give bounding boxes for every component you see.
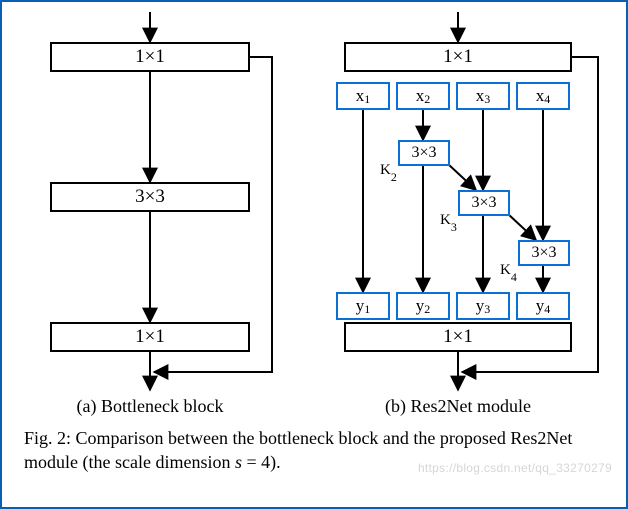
conv-label: 3×3 bbox=[531, 244, 556, 262]
label-k4: K4 bbox=[500, 262, 517, 282]
concat-y2: y2 bbox=[396, 292, 450, 320]
idx: 4 bbox=[544, 92, 550, 107]
watermark: https://blog.csdn.net/qq_33270279 bbox=[418, 461, 612, 475]
idx: 3 bbox=[484, 92, 490, 107]
conv-1x1-top: 1×1 bbox=[344, 42, 572, 72]
idx: 1 bbox=[364, 302, 370, 317]
conv-3x3-k4: 3×3 bbox=[518, 240, 570, 266]
concat-y4: y4 bbox=[516, 292, 570, 320]
conv-label: 3×3 bbox=[135, 186, 165, 208]
idx: 2 bbox=[424, 302, 430, 317]
var-y: y bbox=[476, 296, 485, 316]
label-k3: K3 bbox=[440, 212, 457, 232]
conv-3x3-k3: 3×3 bbox=[458, 190, 510, 216]
var-x: x bbox=[536, 86, 545, 106]
idx: 4 bbox=[544, 302, 550, 317]
conv-label: 1×1 bbox=[135, 46, 165, 68]
figure-frame: 1×1 3×3 1×1 (a) Bottleneck block bbox=[0, 0, 628, 509]
conv-1x1-top: 1×1 bbox=[50, 42, 250, 72]
concat-y3: y3 bbox=[456, 292, 510, 320]
conv-label: 1×1 bbox=[135, 326, 165, 348]
conv-label: 3×3 bbox=[411, 144, 436, 162]
panel-b: 1×1 x1 x2 x3 x4 3×3 K2 3×3 K3 3×3 K4 y1 … bbox=[308, 12, 608, 412]
caption-eq: = 4). bbox=[242, 452, 281, 472]
panel-a-wires bbox=[20, 12, 280, 412]
split-x1: x1 bbox=[336, 82, 390, 110]
idx: 3 bbox=[484, 302, 490, 317]
conv-label: 1×1 bbox=[443, 326, 473, 348]
subcaption-b: (b) Res2Net module bbox=[308, 396, 608, 417]
split-x2: x2 bbox=[396, 82, 450, 110]
idx: 2 bbox=[424, 92, 430, 107]
var-x: x bbox=[476, 86, 485, 106]
diagram-row: 1×1 3×3 1×1 (a) Bottleneck block bbox=[12, 12, 616, 412]
subcaption-a: (a) Bottleneck block bbox=[20, 396, 280, 417]
label-k2: K2 bbox=[380, 162, 397, 182]
split-x3: x3 bbox=[456, 82, 510, 110]
idx: 1 bbox=[364, 92, 370, 107]
conv-label: 3×3 bbox=[471, 194, 496, 212]
conv-3x3: 3×3 bbox=[50, 182, 250, 212]
concat-y1: y1 bbox=[336, 292, 390, 320]
caption-var: s bbox=[235, 452, 242, 472]
split-x4: x4 bbox=[516, 82, 570, 110]
conv-1x1-bottom: 1×1 bbox=[344, 322, 572, 352]
panel-a: 1×1 3×3 1×1 (a) Bottleneck block bbox=[20, 12, 280, 412]
var-y: y bbox=[356, 296, 365, 316]
conv-1x1-bottom: 1×1 bbox=[50, 322, 250, 352]
var-x: x bbox=[416, 86, 425, 106]
var-x: x bbox=[356, 86, 365, 106]
conv-label: 1×1 bbox=[443, 46, 473, 68]
conv-3x3-k2: 3×3 bbox=[398, 140, 450, 166]
var-y: y bbox=[416, 296, 425, 316]
var-y: y bbox=[536, 296, 545, 316]
